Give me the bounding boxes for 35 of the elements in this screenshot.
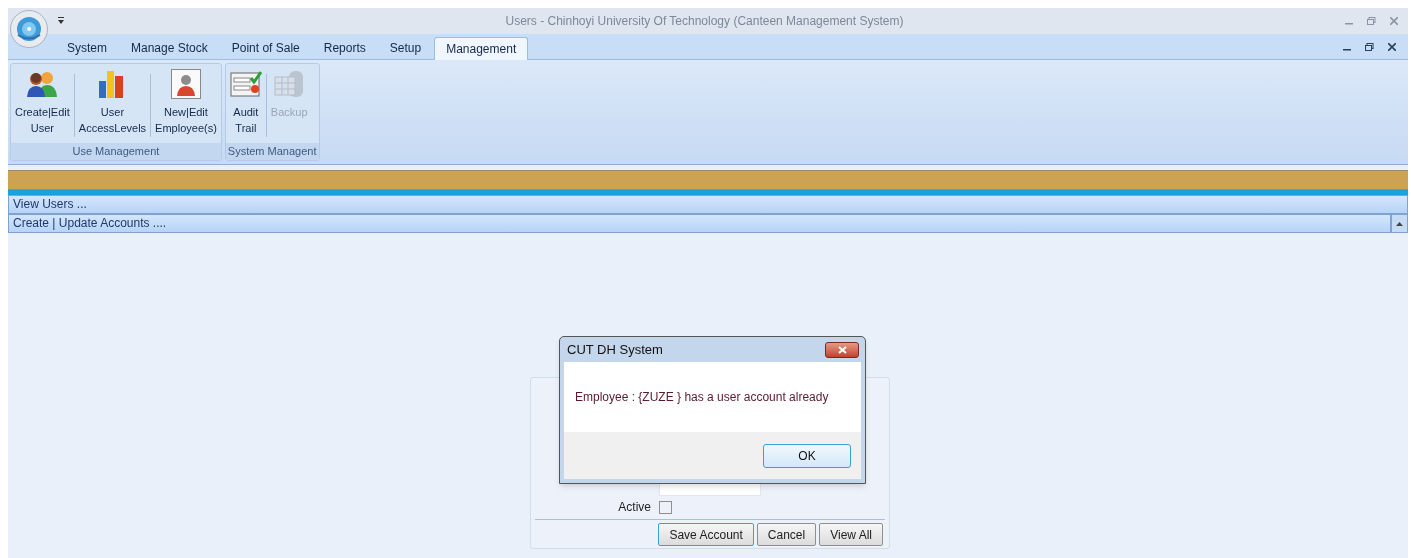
- users-icon: [26, 70, 59, 98]
- field-label: Active: [617, 499, 651, 516]
- collapse-button[interactable]: [1391, 214, 1408, 233]
- checklist-icon: [229, 70, 262, 98]
- dialog-message: Employee : {ZUZE } has a user account already: [575, 389, 829, 406]
- panel-header[interactable]: Create | Update Accounts ....: [8, 214, 1391, 233]
- ok-button[interactable]: OK: [763, 443, 851, 468]
- group-label: System Managent: [225, 143, 319, 160]
- up-arrow-icon: [1396, 221, 1403, 226]
- restore-icon[interactable]: [1365, 43, 1374, 51]
- ribbon-button[interactable]: Audit Trail: [225, 68, 266, 143]
- ribbon-tab[interactable]: Manage Stock: [120, 37, 219, 59]
- ribbon-tab[interactable]: Reports: [312, 37, 377, 59]
- form-button[interactable]: Cancel: [756, 523, 817, 546]
- form-button[interactable]: View All: [819, 523, 883, 546]
- ribbon-button[interactable]: New|Edit Employee(s): [151, 68, 221, 143]
- ribbon-tab[interactable]: Setup: [378, 37, 433, 59]
- ribbon-tab[interactable]: System: [56, 37, 118, 59]
- form-button[interactable]: Save Account: [658, 523, 754, 546]
- close-icon: [837, 345, 847, 354]
- ribbon-tab[interactable]: Point of Sale: [220, 37, 311, 59]
- window-title: Users - Chinhoyi University Of Technology (Canteen Management System): [504, 13, 905, 30]
- employee-icon: [170, 69, 201, 99]
- ribbon-button[interactable]: Create|Edit User: [11, 68, 74, 143]
- quick-access-dropdown-icon[interactable]: [58, 17, 64, 25]
- close-button[interactable]: [825, 341, 859, 358]
- database-table-icon: [273, 69, 306, 99]
- ribbon-button[interactable]: User AccessLevels: [74, 68, 151, 143]
- close-icon[interactable]: [1388, 43, 1396, 51]
- group-label: Use Management: [11, 143, 221, 160]
- panel-header[interactable]: View Users ...: [8, 195, 1408, 214]
- active-checkbox[interactable]: [659, 500, 672, 514]
- dialog-title: CUT DH System: [567, 340, 663, 359]
- ribbon-tab[interactable]: Management: [434, 37, 529, 60]
- application-orb-icon[interactable]: [10, 10, 48, 48]
